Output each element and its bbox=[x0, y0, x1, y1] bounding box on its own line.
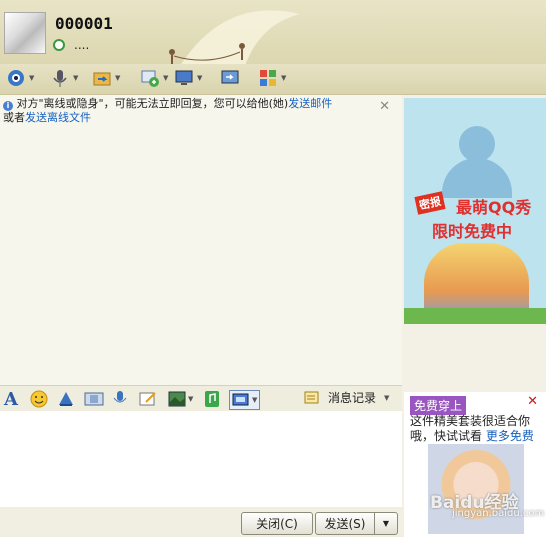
microphone-icon bbox=[113, 391, 127, 403]
voice-call-icon bbox=[53, 70, 67, 87]
video-call-icon bbox=[8, 70, 24, 86]
doodle-button[interactable] bbox=[138, 390, 158, 408]
chevron-down-icon: ▼ bbox=[384, 393, 390, 402]
film-icon bbox=[84, 392, 104, 406]
font-button[interactable]: A bbox=[4, 388, 18, 410]
shake-icon bbox=[59, 392, 73, 406]
send-email-link[interactable]: 发送邮件 bbox=[288, 97, 332, 110]
qq-show-ad[interactable]: 密报 最萌QQ秀 限时免费中 bbox=[404, 98, 546, 324]
contact-signature: .... bbox=[74, 38, 90, 52]
message-history-button[interactable]: 消息记录 ▼ bbox=[304, 389, 389, 406]
promo-text: 这件精美套装很适合你哦，快试试看 更多免费 bbox=[410, 414, 534, 443]
send-file-button[interactable]: ▼ bbox=[92, 67, 120, 89]
share-screen-icon bbox=[221, 70, 239, 84]
online-status-icon[interactable] bbox=[53, 39, 65, 51]
message-history-area[interactable]: i 对方"离线或隐身"，可能无法立即回复，您可以给他(她)发送邮件 或者发送离线… bbox=[0, 95, 402, 385]
screenshot-button[interactable]: ▼ bbox=[229, 390, 261, 410]
history-label: 消息记录 bbox=[328, 391, 377, 405]
main-toolbar: ▼ ▼ ▼ ▼ ▼ ▼ bbox=[0, 64, 546, 95]
smiley-icon bbox=[30, 390, 48, 408]
shake-button[interactable] bbox=[57, 390, 75, 408]
ad-title: 最萌QQ秀 bbox=[456, 198, 532, 217]
contact-name: 000001 bbox=[55, 14, 113, 33]
more-free-link[interactable]: 更多免费 bbox=[486, 429, 534, 443]
pencil-note-icon bbox=[139, 392, 156, 406]
music-icon bbox=[205, 391, 219, 407]
message-input[interactable] bbox=[0, 411, 402, 507]
ad-tag: 密报 bbox=[414, 191, 446, 215]
watermark-url: jingyan.baidu.com bbox=[452, 508, 545, 519]
font-icon: A bbox=[4, 388, 18, 410]
magic-expression-button[interactable] bbox=[84, 390, 104, 408]
apps-icon bbox=[260, 70, 276, 86]
send-button[interactable]: 发送(S) bbox=[315, 512, 375, 535]
emoji-button[interactable] bbox=[30, 390, 48, 408]
chevron-down-icon: ▼ bbox=[252, 396, 258, 404]
avatar-silhouette-body bbox=[442, 158, 512, 198]
close-icon[interactable]: ✕ bbox=[527, 394, 538, 409]
apps-button[interactable]: ▼ bbox=[258, 67, 286, 89]
chevron-down-icon: ▼ bbox=[188, 395, 194, 403]
chat-window-header: 000001 .... bbox=[0, 0, 546, 66]
close-button[interactable]: 关闭(C) bbox=[241, 512, 313, 535]
ad-subtitle: 限时免费中 bbox=[432, 222, 513, 241]
image-button[interactable]: ▼ bbox=[168, 390, 193, 408]
avatar-silhouette-icon bbox=[459, 126, 495, 162]
close-icon[interactable]: ✕ bbox=[379, 99, 390, 114]
contact-avatar[interactable] bbox=[4, 12, 46, 54]
send-file-icon bbox=[93, 72, 111, 86]
group-chat-button[interactable]: ▼ bbox=[140, 67, 168, 89]
screenshot-icon bbox=[232, 393, 249, 406]
ad-ground bbox=[404, 308, 546, 324]
info-icon: i bbox=[3, 101, 13, 111]
try-on-free-button[interactable]: 免费穿上 bbox=[410, 396, 467, 415]
image-icon bbox=[168, 391, 186, 407]
voice-message-button[interactable] bbox=[112, 390, 128, 408]
share-screen-button[interactable] bbox=[220, 67, 240, 89]
group-chat-icon bbox=[141, 70, 159, 87]
history-icon bbox=[304, 391, 319, 403]
video-call-button[interactable]: ▼ bbox=[6, 67, 34, 89]
remote-assist-icon bbox=[175, 70, 193, 85]
music-button[interactable] bbox=[204, 390, 220, 408]
voice-call-button[interactable]: ▼ bbox=[50, 67, 78, 89]
send-options-button[interactable]: ▼ bbox=[374, 512, 398, 535]
remote-assist-button[interactable]: ▼ bbox=[174, 67, 202, 89]
send-offline-file-link[interactable]: 发送离线文件 bbox=[25, 111, 91, 124]
offline-notice: i 对方"离线或隐身"，可能无法立即回复，您可以给他(她)发送邮件 或者发送离线… bbox=[3, 97, 333, 124]
chevron-down-icon: ▼ bbox=[382, 519, 390, 528]
moon-decoration-icon bbox=[169, 10, 300, 66]
